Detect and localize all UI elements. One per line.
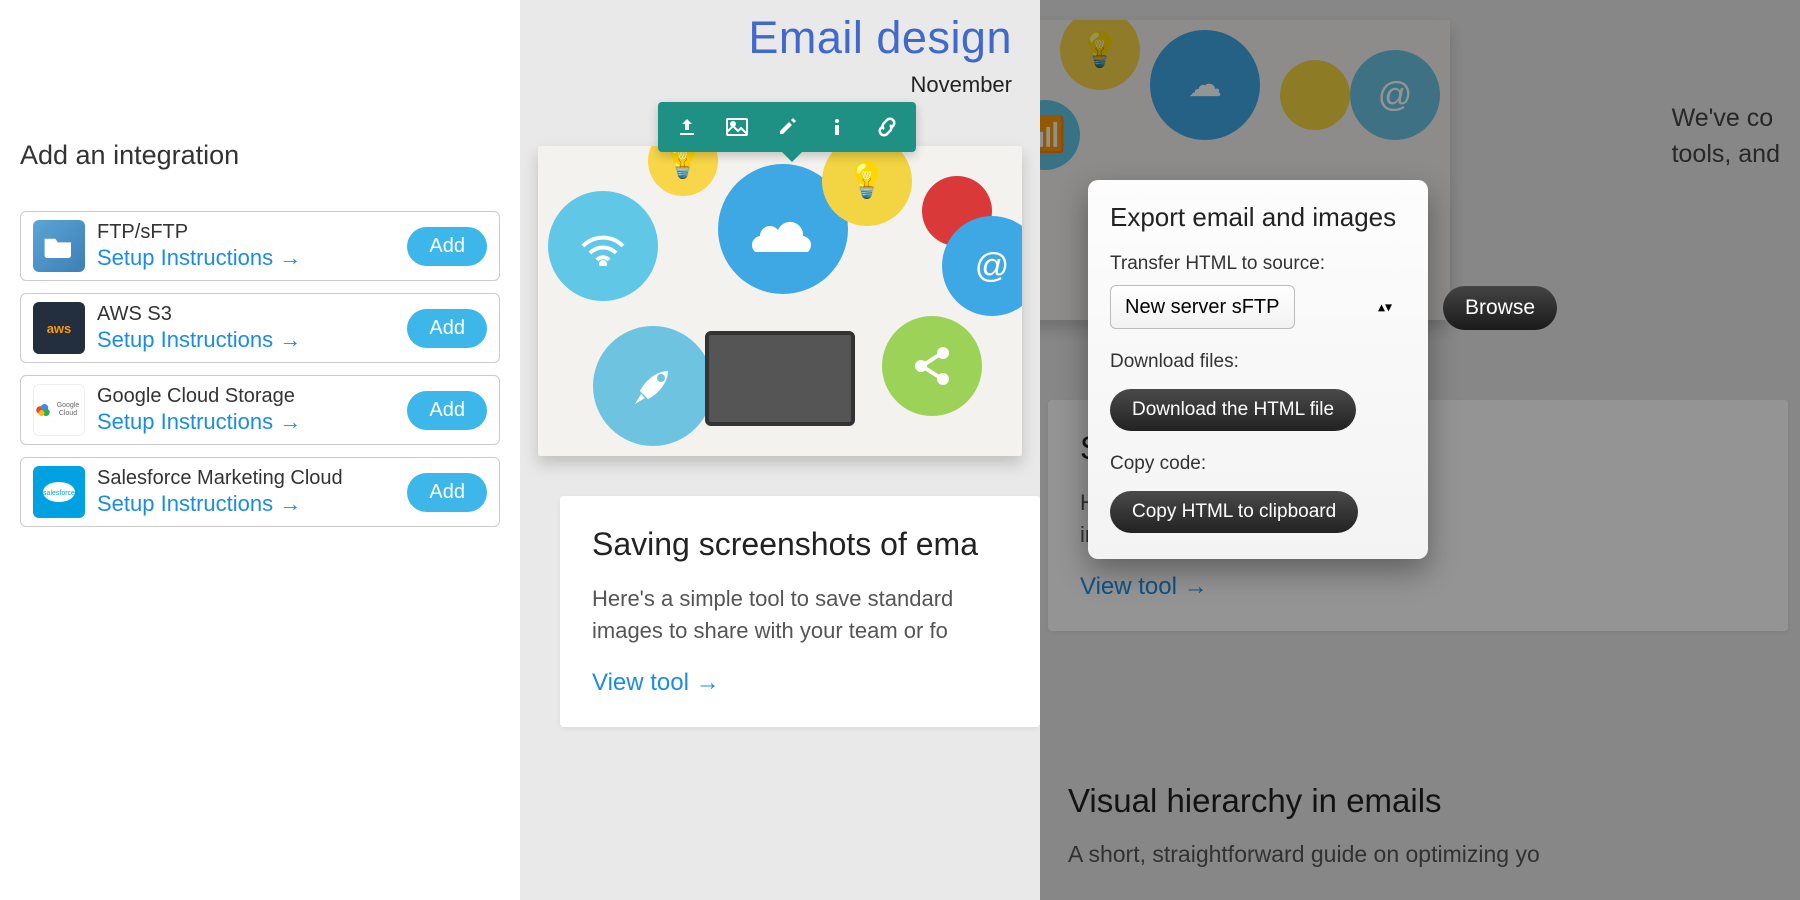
add-button[interactable]: Add [407,309,487,348]
bulb-icon: 💡 [648,146,718,196]
email-design-date: November [520,64,1040,98]
view-tool-link[interactable]: View tool [592,669,720,696]
screenshot-tool-card: Saving screenshots of ema Here's a simpl… [560,496,1040,727]
salesforce-icon: salesforce [33,466,85,518]
add-button[interactable]: Add [407,391,487,430]
integration-title: AWS S3 [97,303,407,326]
svg-text:salesforce: salesforce [43,490,75,497]
export-panel-region: 💡 ☁ @ 📶 We've co tools, and S H in View … [1040,0,1800,900]
setup-instructions-link[interactable]: Setup Instructions [97,327,301,353]
copy-html-button[interactable]: Copy HTML to clipboard [1110,491,1358,533]
info-icon[interactable] [812,108,862,146]
integration-card-gcs: Google Cloud Google Cloud Storage Setup … [20,375,500,445]
wifi-icon [548,191,658,301]
share-icon [882,316,982,416]
google-cloud-icon: Google Cloud [33,384,85,436]
link-icon[interactable] [862,108,912,146]
integration-title: Salesforce Marketing Cloud [97,467,407,490]
bulb-icon: 💡 [822,146,912,226]
export-popover: Export email and images Transfer HTML to… [1088,180,1428,559]
integration-card-aws: aws AWS S3 Setup Instructions Add [20,293,500,363]
integration-title: FTP/sFTP [97,221,407,244]
integrations-panel: Add an integration FTP/sFTP Setup Instru… [0,0,520,900]
hero-image[interactable]: 💡 💡 @ [538,146,1022,456]
email-design-panel: Email design November 💡 💡 @ Saving scree… [520,0,1040,900]
integration-card-ftp: FTP/sFTP Setup Instructions Add [20,211,500,281]
transfer-source-select[interactable]: New server sFTP [1110,285,1295,329]
image-toolbar [658,102,916,152]
integrations-heading: Add an integration [20,140,500,171]
download-html-button[interactable]: Download the HTML file [1110,389,1356,431]
copy-label: Copy code: [1110,453,1406,475]
integration-title: Google Cloud Storage [97,385,407,408]
card-title: Saving screenshots of ema [592,526,1008,563]
browse-button[interactable]: Browse [1443,286,1557,330]
rocket-icon [593,326,713,446]
hero-image-wrap: 💡 💡 @ [538,146,1022,456]
chevron-updown-icon: ▴▾ [1378,299,1392,316]
add-button[interactable]: Add [407,473,487,512]
setup-instructions-link[interactable]: Setup Instructions [97,245,301,271]
card-body: Here's a simple tool to save standard im… [592,583,1008,647]
add-button[interactable]: Add [407,227,487,266]
setup-instructions-link[interactable]: Setup Instructions [97,491,301,517]
export-title: Export email and images [1110,202,1406,233]
email-design-title: Email design [520,0,1040,64]
transfer-label: Transfer HTML to source: [1110,253,1406,275]
upload-icon[interactable] [662,108,712,146]
download-label: Download files: [1110,351,1406,373]
image-icon[interactable] [712,108,762,146]
laptop-graphic [705,331,855,426]
setup-instructions-link[interactable]: Setup Instructions [97,409,301,435]
integration-card-sfmc: salesforce Salesforce Marketing Cloud Se… [20,457,500,527]
ftp-icon [33,220,85,272]
aws-icon: aws [33,302,85,354]
edit-icon[interactable] [762,108,812,146]
